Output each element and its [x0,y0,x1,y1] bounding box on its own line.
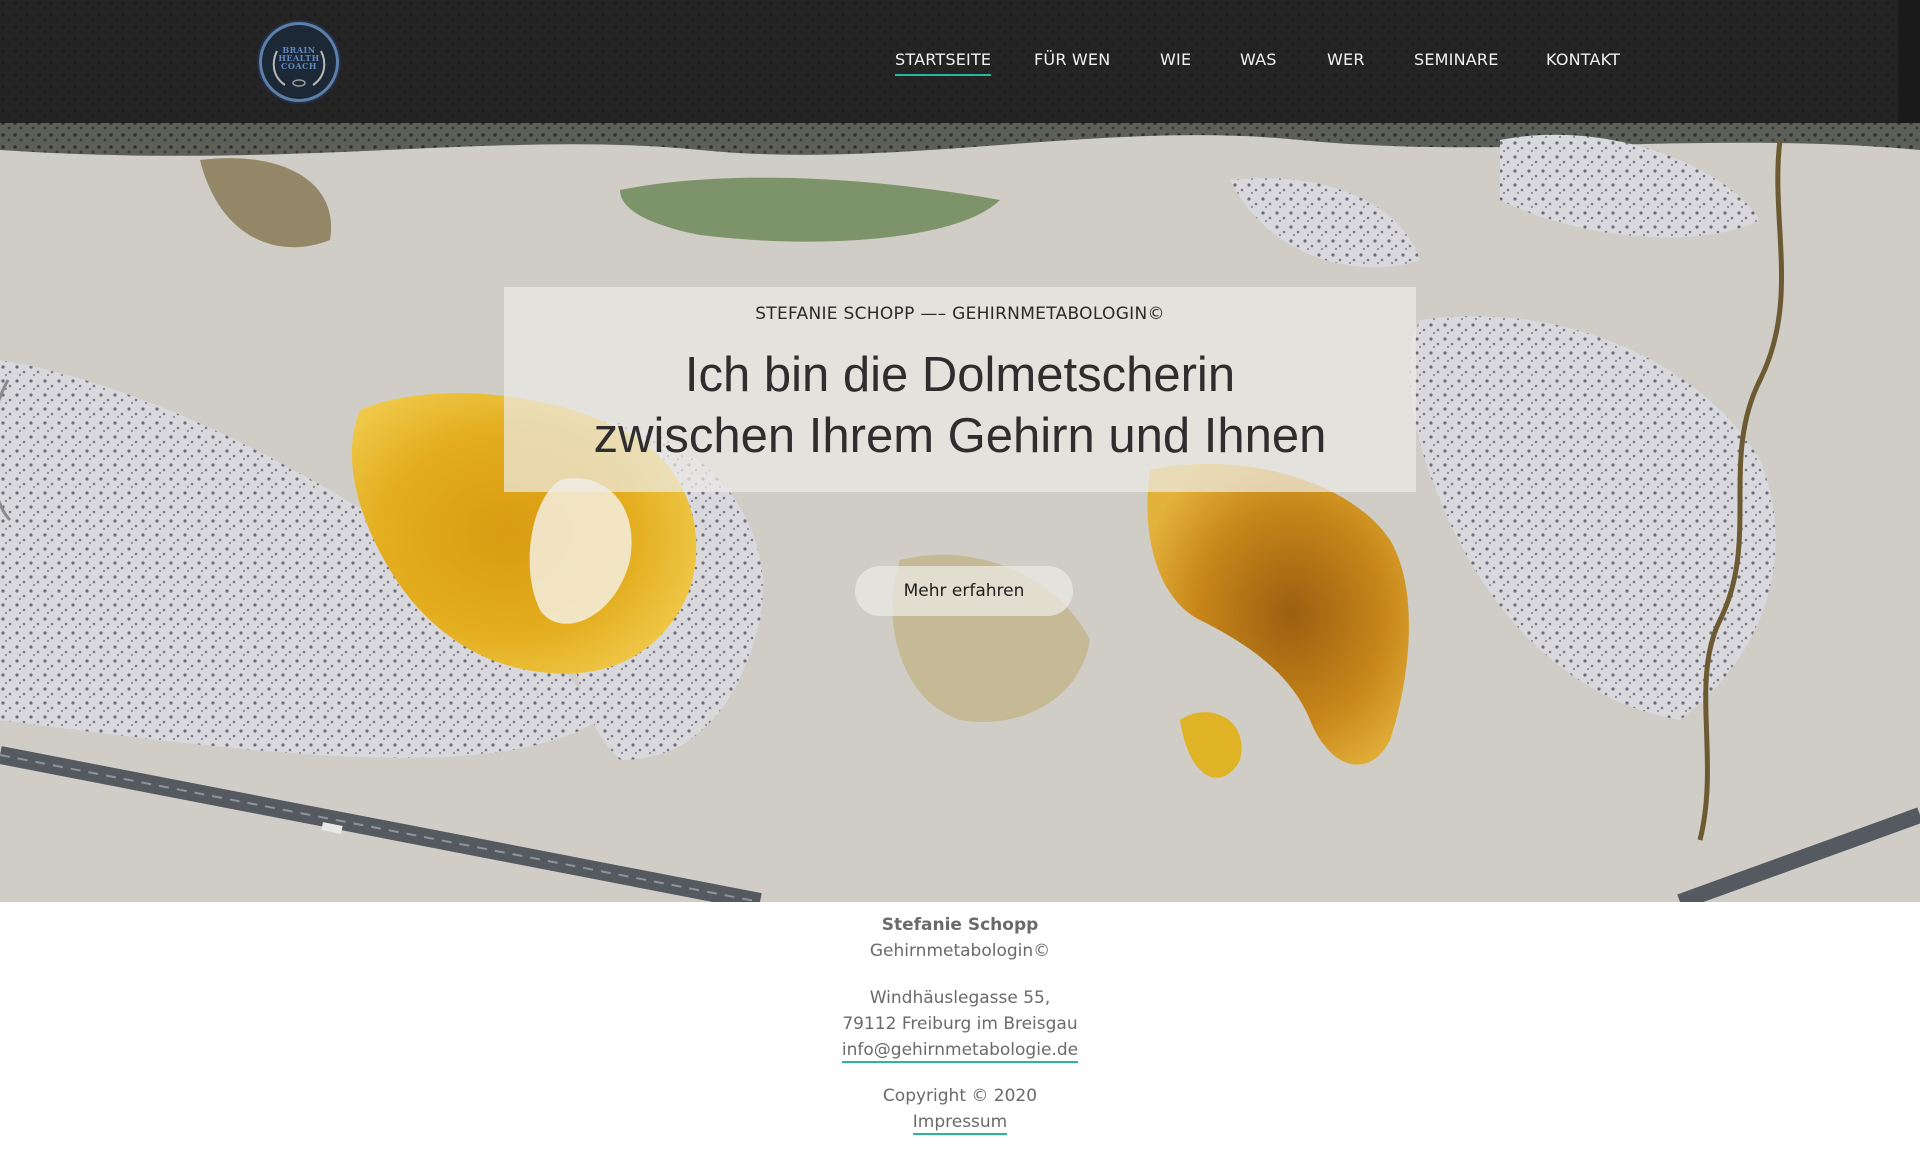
footer-street: Windhäuslegasse 55, [869,988,1051,1008]
hero-headline-line-2: zwischen Ihrem Gehirn und Ihnen [593,409,1327,463]
main-navigation: STARTSEITE FÜR WEN WIE WAS WER SEMINARE … [0,0,1898,123]
nav-item-kontakt[interactable]: KONTAKT [1546,50,1620,69]
nav-item-was[interactable]: WAS [1240,50,1277,69]
hero-eyebrow: STEFANIE SCHOPP —– GEHIRNMETABOLOGIN© [755,304,1165,324]
hero-text-panel: STEFANIE SCHOPP —– GEHIRNMETABOLOGIN© Ic… [504,287,1416,492]
hero-section: STEFANIE SCHOPP —– GEHIRNMETABOLOGIN© Ic… [0,0,1920,902]
footer-email-line: info@gehirnmetabologie.de [0,1040,1920,1063]
nav-item-wie[interactable]: WIE [1160,50,1191,69]
footer-title: Gehirnmetabologin© [869,941,1051,961]
footer-city: 79112 Freiburg im Breisgau [842,1014,1078,1034]
site-footer: Stefanie Schopp Gehirnmetabologin© Windh… [0,902,1920,1156]
nav-item-wer[interactable]: WER [1327,50,1365,69]
footer-name: Stefanie Schopp [881,915,1039,935]
impressum-link[interactable]: Impressum [912,1112,1008,1135]
hero-headline: Ich bin die Dolmetscherin zwischen Ihrem… [504,345,1416,467]
nav-item-seminare[interactable]: SEMINARE [1414,50,1499,69]
footer-impressum-line: Impressum [0,1112,1920,1135]
footer-email-link[interactable]: info@gehirnmetabologie.de [841,1040,1079,1063]
hero-headline-line-1: Ich bin die Dolmetscherin [684,348,1236,402]
scrollbar[interactable] [1898,0,1920,123]
mehr-erfahren-button[interactable]: Mehr erfahren [855,566,1073,616]
nav-item-startseite[interactable]: STARTSEITE [895,50,992,76]
site-header: BRAIN HEALTH COACH STARTSEITE FÜR WEN WI… [0,0,1898,123]
nav-item-fuer-wen[interactable]: FÜR WEN [1034,50,1110,69]
footer-copyright: Copyright © 2020 [882,1086,1038,1106]
